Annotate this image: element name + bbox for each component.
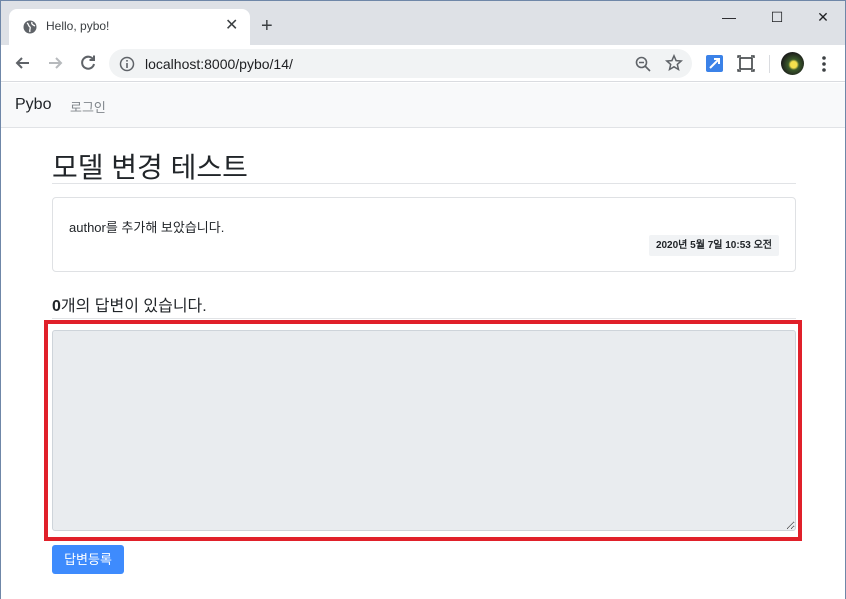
zoom-out-icon[interactable]	[634, 55, 652, 73]
new-tab-icon[interactable]: +	[261, 16, 273, 36]
answer-count-text: 개의 답변이 있습니다.	[60, 298, 207, 315]
extension-icon[interactable]	[706, 55, 723, 72]
tab-strip: Hello, pybo! ✕ + — ☐ ✕	[1, 1, 845, 45]
navbar-brand-link[interactable]: Pybo	[15, 96, 51, 114]
info-icon[interactable]	[119, 56, 135, 72]
tab-close-icon[interactable]: ✕	[225, 18, 238, 34]
title-divider	[52, 183, 796, 184]
url-text: localhost:8000/pybo/14/	[145, 56, 293, 72]
browser-tab[interactable]: Hello, pybo! ✕	[9, 9, 250, 45]
browser-toolbar: localhost:8000/pybo/14/	[1, 45, 845, 82]
reload-icon[interactable]	[77, 52, 99, 74]
maximize-icon[interactable]: ☐	[767, 9, 787, 25]
answer-count-divider	[52, 318, 796, 319]
question-subject: 모델 변경 테스트	[52, 152, 248, 183]
answer-content-textarea[interactable]	[52, 330, 796, 531]
question-card: author를 추가해 보았습니다. 2020년 5월 7일 10:53 오전	[52, 197, 796, 272]
tab-title: Hello, pybo!	[46, 19, 110, 33]
nav-login-link[interactable]: 로그인	[70, 97, 106, 116]
close-window-icon[interactable]: ✕	[813, 9, 833, 25]
toolbar-divider	[769, 55, 770, 73]
back-icon[interactable]	[12, 52, 34, 74]
profile-avatar[interactable]	[781, 52, 804, 75]
forward-icon[interactable]	[44, 52, 66, 74]
create-date-badge: 2020년 5월 7일 10:53 오전	[648, 235, 779, 256]
question-content: author를 추가해 보았습니다.	[69, 220, 225, 235]
kebab-menu-icon[interactable]	[817, 54, 831, 74]
browser-window: Hello, pybo! ✕ + — ☐ ✕ localhost:8000/py…	[0, 0, 846, 599]
minimize-icon[interactable]: —	[719, 9, 739, 25]
answer-count-heading: 0개의 답변이 있습니다.	[52, 292, 207, 316]
site-navbar: Pybo 로그인	[1, 83, 845, 128]
cast-icon[interactable]	[737, 55, 755, 72]
globe-icon	[23, 20, 37, 34]
star-icon[interactable]	[665, 54, 683, 72]
submit-answer-button[interactable]: 답변등록	[52, 545, 124, 574]
answer-count-number: 0	[52, 298, 61, 315]
address-bar[interactable]: localhost:8000/pybo/14/	[109, 49, 692, 78]
